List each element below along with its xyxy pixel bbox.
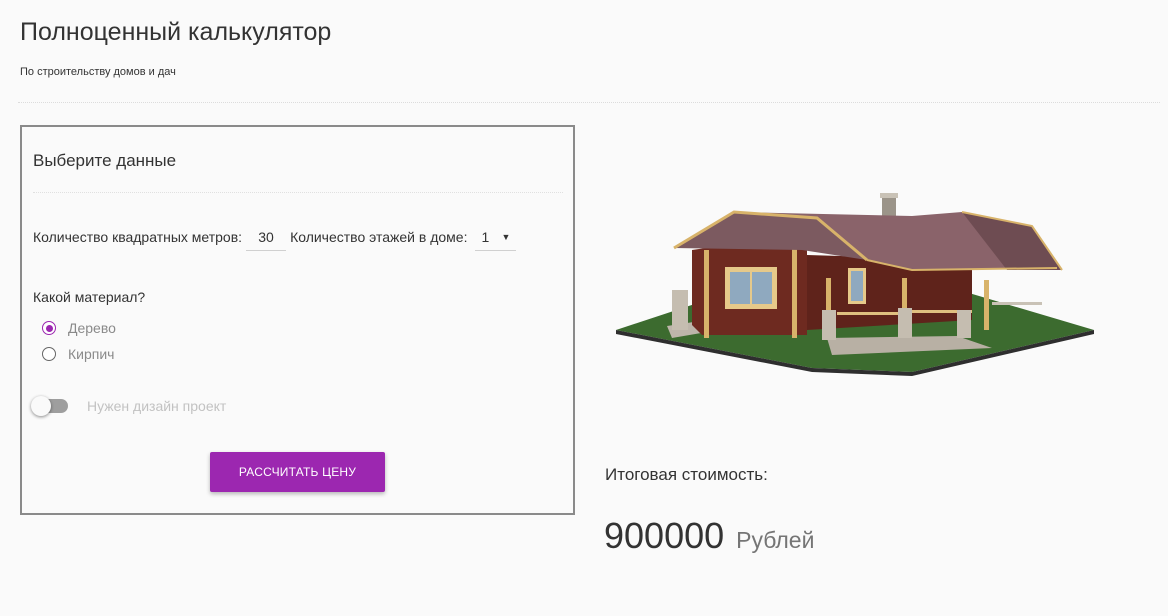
dimensions-row: Количество квадратных метров: Количество…: [33, 223, 517, 251]
toggle-knob: [31, 396, 51, 416]
header-divider: [18, 102, 1160, 103]
total-cost: 900000 Рублей: [604, 515, 814, 557]
form-divider: [33, 192, 563, 193]
floors-label: Количество этажей в доме:: [290, 229, 468, 245]
house-image: [616, 193, 1094, 376]
radio-checked-icon[interactable]: [42, 321, 56, 335]
design-project-toggle[interactable]: Нужен дизайн проект: [31, 395, 227, 417]
floors-select[interactable]: 1 ▼: [475, 224, 517, 251]
total-cost-label: Итоговая стоимость:: [605, 465, 768, 484]
sqm-input[interactable]: [246, 223, 287, 251]
total-cost-unit: Рублей: [736, 527, 815, 553]
calculator-form: Выберите данные Количество квадратных ме…: [20, 125, 575, 515]
design-project-label: Нужен дизайн проект: [87, 398, 227, 414]
material-option-label: Кирпич: [68, 346, 115, 362]
floors-select-value: 1: [481, 228, 490, 245]
total-cost-value: 900000: [604, 515, 725, 556]
caret-down-icon: ▼: [501, 231, 511, 242]
sqm-label: Количество квадратных метров:: [33, 229, 243, 245]
material-option-wood[interactable]: Дерево: [42, 319, 116, 337]
calculate-price-button[interactable]: РАССЧИТАТЬ ЦЕНУ: [210, 452, 385, 492]
radio-unchecked-icon[interactable]: [42, 347, 56, 361]
toggle-switch[interactable]: [31, 396, 68, 416]
page-subtitle: По строительству домов и дач: [20, 66, 176, 78]
form-title: Выберите данные: [33, 151, 177, 170]
material-option-label: Дерево: [68, 320, 116, 336]
material-option-brick[interactable]: Кирпич: [42, 345, 114, 363]
material-label: Какой материал?: [33, 289, 146, 305]
page: Полноценный калькулятор По строительству…: [0, 0, 1168, 616]
page-title: Полноценный калькулятор: [20, 18, 332, 46]
